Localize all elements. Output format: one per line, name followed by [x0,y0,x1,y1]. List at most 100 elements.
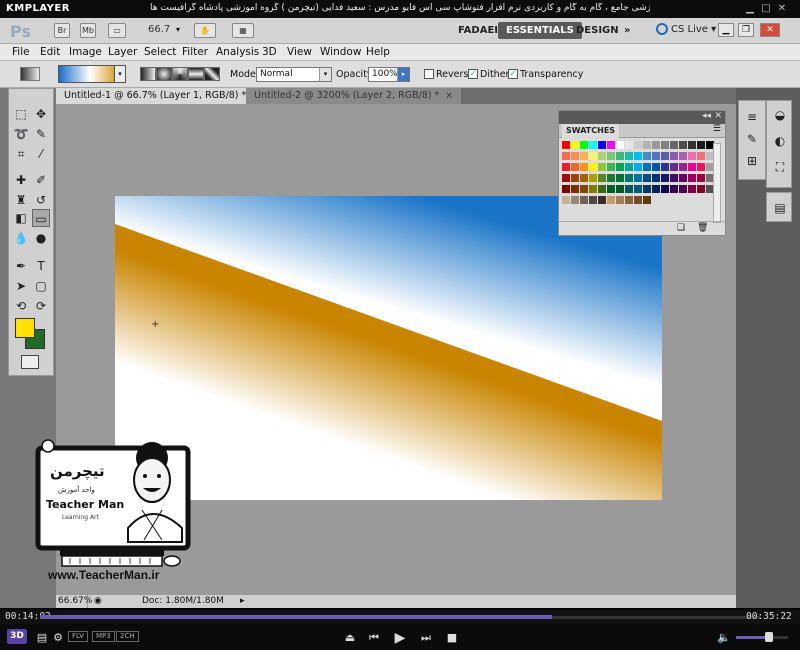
swatch[interactable] [616,185,624,193]
foreground-color-swatch[interactable] [15,318,35,338]
ps-minimize-button[interactable]: ▁ [718,23,734,37]
swatch[interactable] [562,185,570,193]
swatch[interactable] [634,174,642,182]
view-extras-button[interactable]: ▭ [108,23,126,38]
hand-tool-button[interactable]: ✋ [194,23,216,38]
swatch[interactable] [697,163,705,171]
swatch[interactable] [589,163,597,171]
swatch[interactable] [580,185,588,193]
swatch[interactable] [643,141,651,149]
menu-window[interactable]: Window [320,46,361,58]
swatch[interactable] [688,141,696,149]
3d-panel-icon[interactable]: ⛶ [772,159,788,175]
swatch[interactable] [607,152,615,160]
swatch[interactable] [652,174,660,182]
swatch[interactable] [697,152,705,160]
swatch[interactable] [598,141,606,149]
mini-bridge-icon[interactable]: ▤ [772,200,788,216]
tab-swatches[interactable]: SWATCHES [562,124,620,138]
panel-header[interactable]: ◂◂ ✕ [559,111,725,124]
swatch[interactable] [571,196,579,204]
swatch[interactable] [589,141,597,149]
eraser-tool-icon[interactable]: ◧ [12,209,30,227]
zoom-dropdown-icon[interactable]: ▾ [176,25,180,34]
status-zoom-field[interactable]: 66.67% [56,595,92,608]
tool-preset-picker[interactable] [20,67,40,81]
collapse-icon[interactable]: ◂◂ [702,111,711,121]
swatch[interactable] [562,174,570,182]
swatch[interactable] [598,185,606,193]
swatch[interactable] [652,163,660,171]
more-workspaces-button[interactable]: » [616,22,638,39]
swatch[interactable] [634,196,642,204]
stop-icon[interactable]: ■ [444,630,460,646]
swatch[interactable] [679,163,687,171]
gradient-picker[interactable] [58,65,122,83]
opacity-slider-icon[interactable]: ▸ [397,68,409,81]
swatch[interactable] [616,152,624,160]
swatch[interactable] [661,152,669,160]
swatch[interactable] [562,152,570,160]
3d-rotate-tool-icon[interactable]: ⟲ [12,297,30,315]
mini-bridge-button[interactable]: Mb [80,23,96,38]
swatch[interactable] [625,174,633,182]
rectangle-tool-icon[interactable]: ▢ [32,277,50,295]
swatch[interactable] [652,152,660,160]
swatch[interactable] [571,185,579,193]
next-icon[interactable]: ⏭ [418,630,434,646]
swatch[interactable] [580,141,588,149]
swatch[interactable] [571,152,579,160]
swatch[interactable] [643,163,651,171]
tab-untitled-1[interactable]: Untitled-1 @ 66.7% (Layer 1, RGB/8) *× [56,88,268,104]
swatch[interactable] [634,185,642,193]
swatch[interactable] [670,163,678,171]
swatch[interactable] [589,196,597,204]
swatch[interactable] [679,185,687,193]
ps-restore-button[interactable]: ❐ [738,23,754,37]
type-tool-icon[interactable]: T [32,257,50,275]
swatch[interactable] [607,174,615,182]
status-info-icon[interactable]: ◉ [94,595,102,608]
close-icon[interactable]: ✕ [776,3,788,15]
swatch[interactable] [697,141,705,149]
swatch[interactable] [616,163,624,171]
path-selection-tool-icon[interactable]: ➤ [12,277,30,295]
swatch[interactable] [688,163,696,171]
swatch[interactable] [589,185,597,193]
trash-icon[interactable]: 🗑 [697,223,708,233]
swatch[interactable] [616,174,624,182]
swatch[interactable] [688,185,696,193]
previous-icon[interactable]: ⏮ [366,630,382,646]
swatch[interactable] [571,174,579,182]
crop-tool-icon[interactable]: ⌗ [12,145,30,163]
swatch[interactable] [670,174,678,182]
move-tool-icon[interactable]: ✥ [32,105,50,123]
swatch[interactable] [625,196,633,204]
quick-mask-button[interactable] [21,355,39,369]
swatch[interactable] [625,185,633,193]
swatch[interactable] [625,163,633,171]
radial-gradient-button[interactable] [156,67,172,81]
swatch[interactable] [670,141,678,149]
menu-analysis[interactable]: Analysis [216,46,259,58]
panel-menu-icon[interactable]: ☰ [713,124,721,134]
swatches-scrollbar[interactable] [713,143,721,223]
swatch[interactable] [598,196,606,204]
menu-view[interactable]: View [287,46,312,58]
new-swatch-icon[interactable]: ❏ [677,223,685,233]
menu-image[interactable]: Image [69,46,102,58]
lasso-tool-icon[interactable]: ➰ [12,125,30,143]
swatch[interactable] [598,152,606,160]
close-icon[interactable]: ✕ [714,111,722,121]
swatch[interactable] [598,174,606,182]
swatch[interactable] [580,152,588,160]
swatch[interactable] [580,163,588,171]
swatch[interactable] [688,174,696,182]
seek-progress[interactable] [40,615,552,619]
swatch[interactable] [643,185,651,193]
swatch[interactable] [589,174,597,182]
gradient-tool-icon[interactable]: ▭ [32,209,50,227]
swatch[interactable] [670,185,678,193]
3d-orbit-tool-icon[interactable]: ⟳ [32,297,50,315]
swatch[interactable] [562,163,570,171]
